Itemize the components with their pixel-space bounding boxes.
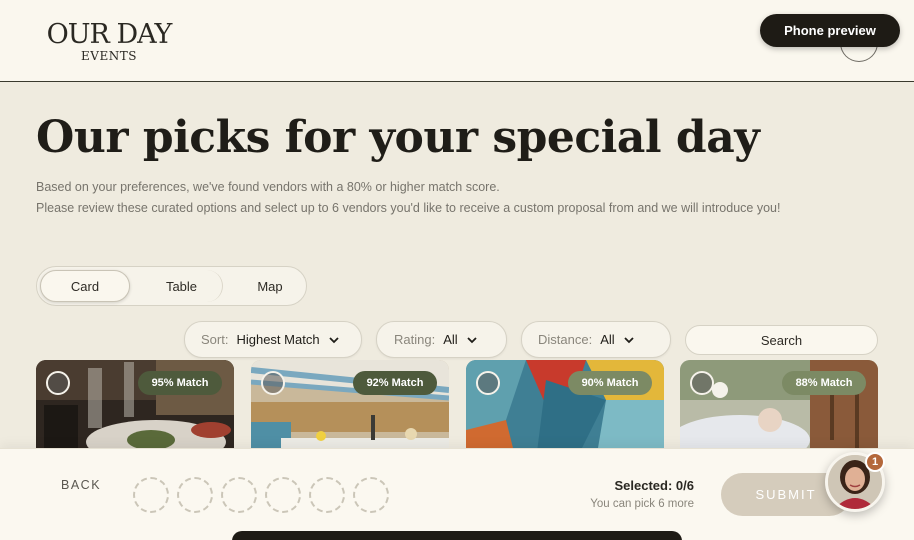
description-line-2: Please review these curated options and … xyxy=(36,201,781,215)
chevron-down-icon xyxy=(467,336,477,343)
vendor-card[interactable]: 95% Match xyxy=(36,360,234,460)
header: OUR DAY EVENTS Phone preview xyxy=(0,0,914,82)
phone-preview-button[interactable]: Phone preview xyxy=(760,14,900,47)
search-field[interactable] xyxy=(685,325,878,355)
distance-dropdown[interactable]: Distance: All xyxy=(521,321,671,358)
match-badge: 95% Match xyxy=(138,371,222,395)
rating-dropdown[interactable]: Rating: All xyxy=(376,321,507,358)
select-radio[interactable] xyxy=(261,371,285,395)
description-line-1: Based on your preferences, we've found v… xyxy=(36,180,500,194)
rating-label: Rating: xyxy=(394,332,436,347)
selection-slot xyxy=(177,477,213,513)
select-radio[interactable] xyxy=(46,371,70,395)
match-badge: 90% Match xyxy=(568,371,652,395)
tab-card[interactable]: Card xyxy=(40,270,130,302)
logo[interactable]: OUR DAY EVENTS xyxy=(38,20,180,63)
page-title: Our picks for your special day xyxy=(36,112,760,163)
chevron-down-icon xyxy=(328,336,339,343)
sort-dropdown[interactable]: Sort: Highest Match xyxy=(184,321,362,358)
tab-table[interactable]: Table xyxy=(141,270,223,302)
search-input[interactable] xyxy=(686,326,877,354)
selection-slot xyxy=(221,477,257,513)
match-badge: 88% Match xyxy=(782,371,866,395)
select-radio[interactable] xyxy=(690,371,714,395)
pick-more-hint: You can pick 6 more xyxy=(590,498,694,510)
logo-sub-text: EVENTS xyxy=(81,49,137,63)
bottom-dark-bar xyxy=(232,531,682,540)
select-radio[interactable] xyxy=(476,371,500,395)
distance-value: All xyxy=(600,332,615,347)
vendor-card[interactable]: 88% Match xyxy=(680,360,878,460)
selection-slot xyxy=(133,477,169,513)
vendor-card[interactable]: 90% Match xyxy=(466,360,664,460)
distance-label: Distance: xyxy=(538,332,593,347)
back-button[interactable]: BACK xyxy=(61,478,101,492)
vendor-card[interactable]: 92% Match xyxy=(251,360,449,460)
selection-slot xyxy=(265,477,301,513)
selected-count: Selected: 0/6 xyxy=(614,478,695,493)
sort-value: Highest Match xyxy=(236,332,320,347)
selection-slot xyxy=(353,477,389,513)
rating-value: All xyxy=(443,332,458,347)
notification-badge: 1 xyxy=(865,452,885,472)
tab-map[interactable]: Map xyxy=(233,270,307,302)
match-badge: 92% Match xyxy=(353,371,437,395)
chevron-down-icon xyxy=(624,336,634,343)
logo-main-text: OUR DAY xyxy=(46,19,173,50)
sort-label: Sort: xyxy=(201,332,229,347)
view-toggle: Table Map Card xyxy=(36,266,307,306)
page-description: Based on your preferences, we've found v… xyxy=(36,177,780,219)
selection-slot xyxy=(309,477,345,513)
